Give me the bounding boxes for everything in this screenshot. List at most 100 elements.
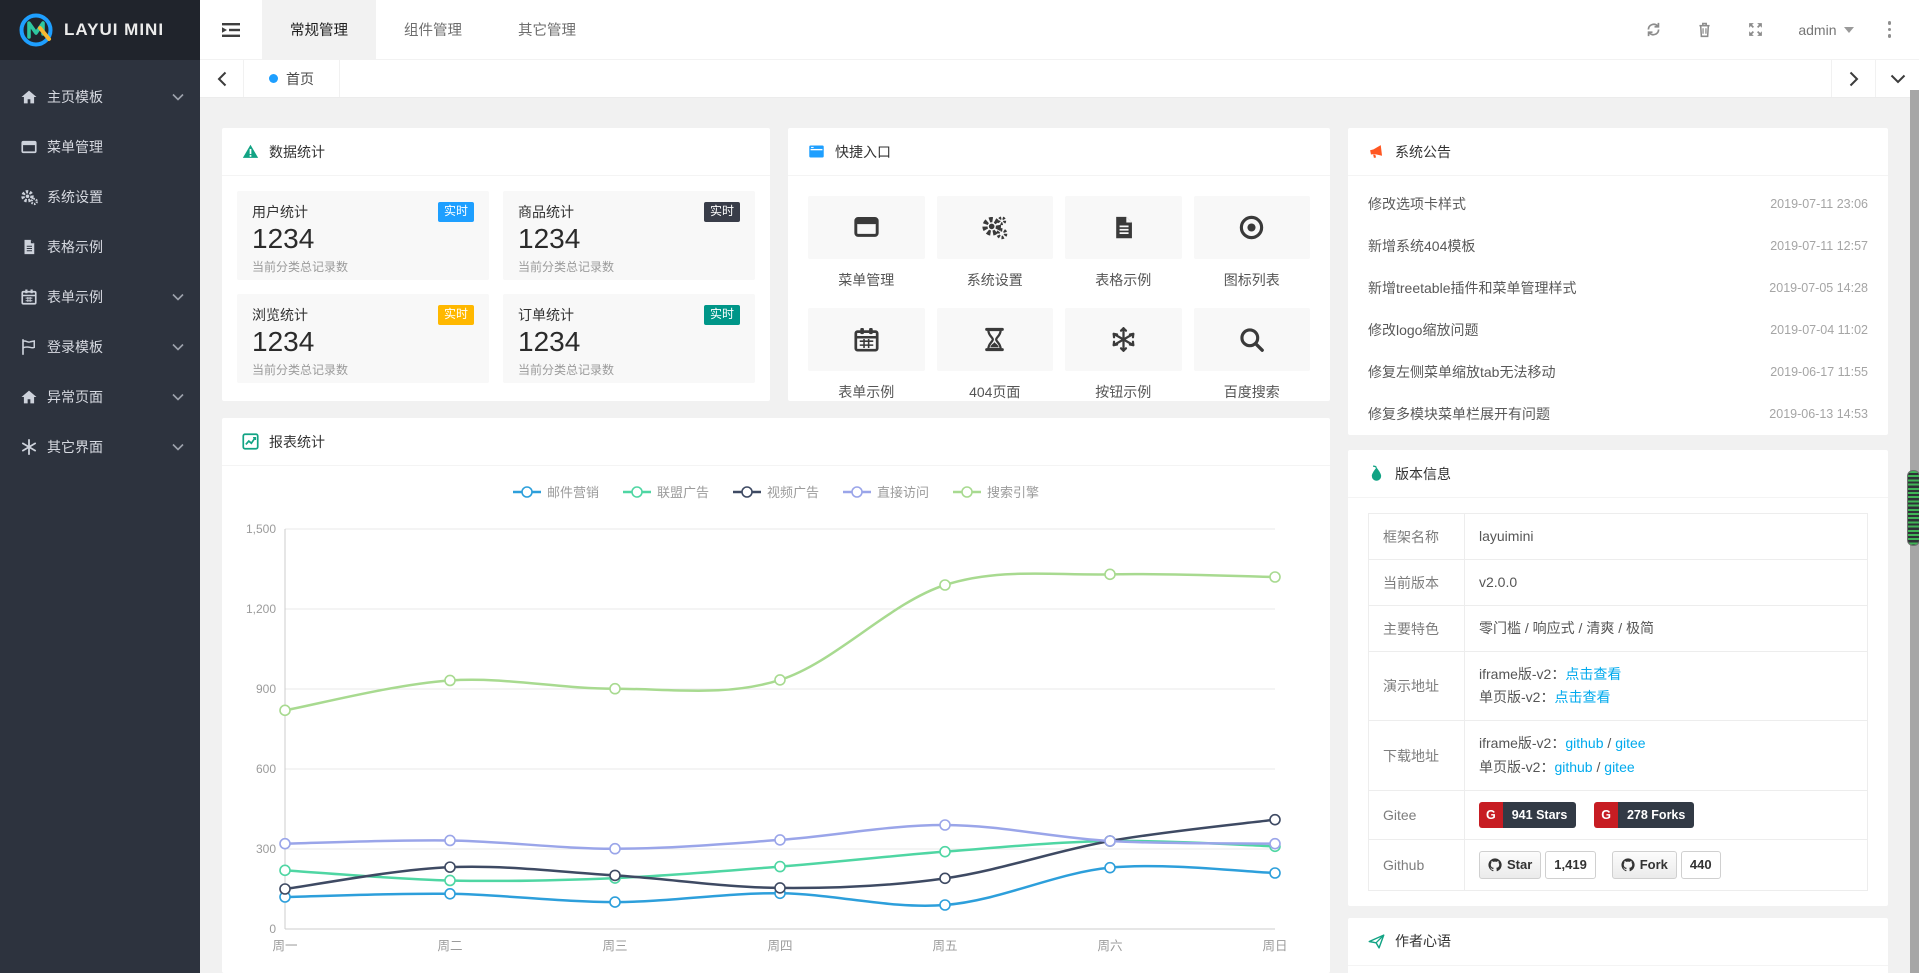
search-icon <box>1238 326 1265 353</box>
report-statistics-card: 报表统计 邮件营销联盟广告视频广告直接访问搜索引擎 03006009001,20… <box>222 418 1330 973</box>
legend-marker-icon <box>843 485 871 499</box>
window-icon <box>20 138 38 156</box>
tab-scroll-right-button[interactable] <box>1831 60 1875 97</box>
sidebar-item-home-template[interactable]: 主页模板 <box>0 72 200 122</box>
chart-data-point <box>610 684 620 694</box>
chevron-down-icon <box>1890 74 1906 84</box>
logo-icon <box>18 12 54 48</box>
chart-data-point <box>280 839 290 849</box>
stat-description: 当前分类总记录数 <box>518 361 740 378</box>
announcement-row[interactable]: 修复左侧菜单缩放tab无法移动 2019-06-17 11:55 <box>1368 351 1868 393</box>
download-github-link[interactable]: github <box>1565 735 1603 751</box>
stat-label: 浏览统计 <box>252 305 308 325</box>
calendar-icon <box>20 288 38 306</box>
stat-description: 当前分类总记录数 <box>252 258 474 275</box>
sidebar-item-form-examples[interactable]: 表单示例 <box>0 272 200 322</box>
chart-data-point <box>1270 572 1280 582</box>
chart-data-point <box>775 675 785 685</box>
stat-label: 商品统计 <box>518 202 574 222</box>
sidebar-item-other-interfaces[interactable]: 其它界面 <box>0 422 200 472</box>
quick-entry-baidu-search[interactable]: 百度搜索 <box>1194 308 1311 402</box>
legend-item[interactable]: 视频广告 <box>733 482 819 501</box>
trash-icon[interactable] <box>1696 21 1713 38</box>
sidebar-item-label: 菜单管理 <box>47 137 184 157</box>
legend-item[interactable]: 搜索引擎 <box>953 482 1039 501</box>
header-tab-other[interactable]: 其它管理 <box>490 0 604 59</box>
sidebar-item-login-templates[interactable]: 登录模板 <box>0 322 200 372</box>
collapse-sidebar-button[interactable] <box>200 0 262 59</box>
tab-home[interactable]: 首页 <box>244 60 340 97</box>
gitee-logo: G <box>1479 802 1503 829</box>
announcement-row[interactable]: 修复多模块菜单栏展开有问题 2019-06-13 14:53 <box>1368 393 1868 435</box>
chart-data-point <box>775 835 785 845</box>
file-text-icon <box>1110 214 1137 241</box>
quick-entry-404-page[interactable]: 404页面 <box>937 308 1054 402</box>
gitee-forks-badge[interactable]: G 278 Forks <box>1594 802 1694 829</box>
table-row: 下载地址 iframe版-v2：github / gitee 单页版-v2：gi… <box>1369 721 1868 790</box>
gitee-logo: G <box>1594 802 1618 829</box>
github-star-count: 1,419 <box>1545 851 1596 878</box>
stat-description: 当前分类总记录数 <box>518 258 740 275</box>
legend-marker-icon <box>733 485 761 499</box>
svg-text:周三: 周三 <box>602 939 627 953</box>
download-gitee-link[interactable]: gitee <box>1604 759 1634 775</box>
user-menu[interactable]: admin <box>1798 22 1853 38</box>
sidebar-item-menu-management[interactable]: 菜单管理 <box>0 122 200 172</box>
demo-spa-link[interactable]: 点击查看 <box>1554 689 1610 705</box>
github-fork-widget[interactable]: Fork 440 <box>1612 851 1721 878</box>
legend-label: 联盟广告 <box>657 482 709 501</box>
chart-data-point <box>940 900 950 910</box>
github-star-widget[interactable]: Star 1,419 <box>1479 851 1596 878</box>
refresh-icon[interactable] <box>1645 21 1662 38</box>
tab-scroll-left-button[interactable] <box>200 60 244 97</box>
chevron-down-icon <box>172 343 184 351</box>
quick-entry-button-examples[interactable]: 按钮示例 <box>1065 308 1182 402</box>
stat-label: 用户统计 <box>252 202 308 222</box>
status-badge: 实时 <box>704 202 740 222</box>
table-row: 框架名称 layuimini <box>1369 514 1868 560</box>
sidebar-item-error-pages[interactable]: 异常页面 <box>0 372 200 422</box>
quick-entry-form-examples[interactable]: 表单示例 <box>808 308 925 402</box>
stat-value: 1234 <box>252 223 474 255</box>
quick-entry-menu-management[interactable]: 菜单管理 <box>808 196 925 290</box>
chevron-left-icon <box>217 71 227 87</box>
fullscreen-icon[interactable] <box>1747 21 1764 38</box>
svg-text:1,200: 1,200 <box>246 602 276 616</box>
version-info-card: 版本信息 框架名称 layuimini 当前版本 v2.0.0 主要特色 <box>1348 450 1888 906</box>
data-statistics-card: 数据统计 用户统计 实时 1234 当前分类总记录数 <box>222 128 770 401</box>
stat-card-views: 浏览统计 实时 1234 当前分类总记录数 <box>237 294 489 383</box>
announcement-row[interactable]: 修改logo缩放问题 2019-07-04 11:02 <box>1368 309 1868 351</box>
sidebar-item-system-settings[interactable]: 系统设置 <box>0 172 200 222</box>
svg-text:周四: 周四 <box>767 939 792 953</box>
download-gitee-link[interactable]: gitee <box>1615 735 1645 751</box>
quick-entry-system-settings[interactable]: 系统设置 <box>937 196 1054 290</box>
window-icon <box>853 214 880 241</box>
announcement-row[interactable]: 修改选项卡样式 2019-07-11 23:06 <box>1368 183 1868 225</box>
legend-marker-icon <box>623 485 651 499</box>
legend-item[interactable]: 联盟广告 <box>623 482 709 501</box>
header-tab-general[interactable]: 常规管理 <box>262 0 376 59</box>
svg-text:0: 0 <box>269 922 276 936</box>
quick-entry-icon-list[interactable]: 图标列表 <box>1194 196 1311 290</box>
legend-item[interactable]: 邮件营销 <box>513 482 599 501</box>
gitee-stars-badge[interactable]: G 941 Stars <box>1479 802 1576 829</box>
github-octocat-icon <box>1621 858 1635 872</box>
chart-data-point <box>280 865 290 875</box>
sidebar-item-table-examples[interactable]: 表格示例 <box>0 222 200 272</box>
chart-data-point <box>1270 868 1280 878</box>
scrollbar-thumb[interactable] <box>1907 470 1919 546</box>
svg-text:周五: 周五 <box>932 939 957 953</box>
demo-iframe-link[interactable]: 点击查看 <box>1565 666 1621 682</box>
quick-entry-table-examples[interactable]: 表格示例 <box>1065 196 1182 290</box>
download-github-link[interactable]: github <box>1554 759 1592 775</box>
stat-value: 1234 <box>518 326 740 358</box>
line-chart: 03006009001,2001,500周一周二周三周四周五周六周日 <box>237 505 1315 967</box>
announcement-row[interactable]: 新增treetable插件和菜单管理样式 2019-07-05 14:28 <box>1368 267 1868 309</box>
page-tabbar: 首页 <box>200 60 1919 98</box>
svg-text:1,500: 1,500 <box>246 522 276 536</box>
svg-text:300: 300 <box>256 842 276 856</box>
header-tab-components[interactable]: 组件管理 <box>376 0 490 59</box>
legend-item[interactable]: 直接访问 <box>843 482 929 501</box>
more-vertical-icon[interactable] <box>1888 21 1892 38</box>
announcement-row[interactable]: 新增系统404模板 2019-07-11 12:57 <box>1368 225 1868 267</box>
